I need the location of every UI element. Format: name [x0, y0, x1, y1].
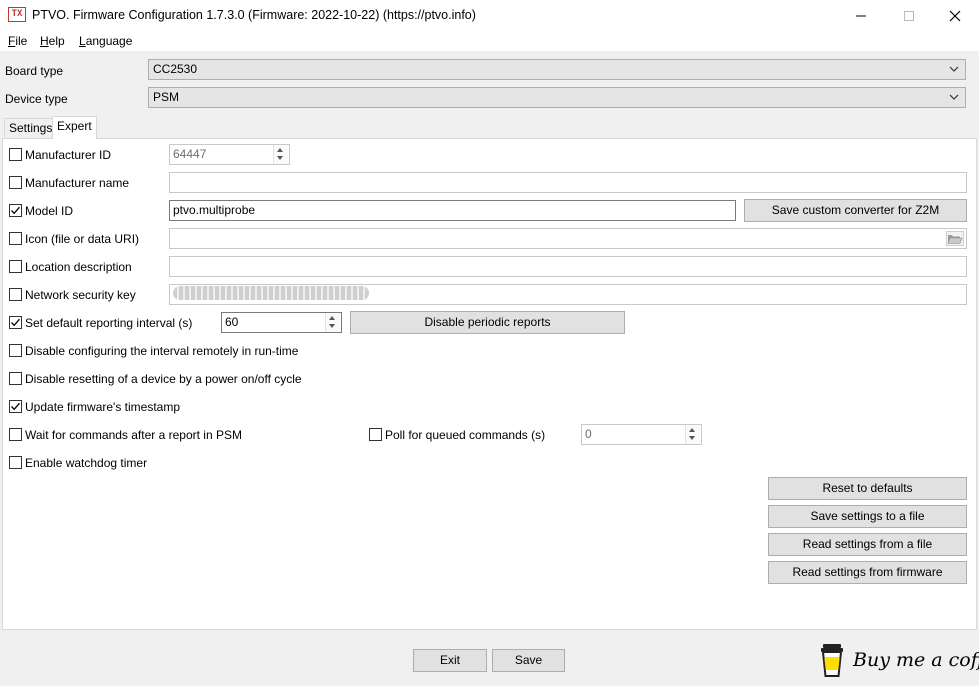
masked-key-value	[173, 286, 369, 300]
icon-checkbox[interactable]	[9, 232, 22, 245]
maximize-icon	[904, 11, 914, 21]
device-type-label: Device type	[5, 92, 68, 106]
chevron-down-icon	[949, 94, 959, 100]
location-description-checkbox[interactable]	[9, 260, 22, 273]
reporting-interval-value: 60	[225, 315, 239, 329]
close-button[interactable]	[932, 0, 978, 31]
disable-power-reset-checkbox[interactable]	[9, 372, 22, 385]
window-title: PTVO. Firmware Configuration 1.7.3.0 (Fi…	[32, 8, 476, 22]
manufacturer-id-checkbox[interactable]	[9, 148, 22, 161]
model-id-input[interactable]: ptvo.multiprobe	[169, 200, 736, 221]
location-description-label: Location description	[25, 260, 132, 274]
chevron-down-icon	[949, 66, 959, 72]
save-button[interactable]: Save	[492, 649, 565, 672]
manufacturer-name-checkbox[interactable]	[9, 176, 22, 189]
watchdog-label: Enable watchdog timer	[25, 456, 148, 470]
poll-queued-input[interactable]: 0	[581, 424, 702, 445]
manufacturer-id-input[interactable]: 64447	[169, 144, 290, 165]
disable-power-reset-label: Disable resetting of a device by a power…	[25, 372, 302, 386]
save-settings-file-button[interactable]: Save settings to a file	[768, 505, 967, 528]
device-type-select[interactable]: PSM	[148, 87, 966, 108]
poll-queued-value: 0	[585, 427, 592, 441]
device-type-value: PSM	[153, 90, 180, 104]
manufacturer-name-label: Manufacturer name	[25, 176, 130, 190]
reporting-interval-input[interactable]: 60	[221, 312, 342, 333]
reset-defaults-button[interactable]: Reset to defaults	[768, 477, 967, 500]
read-settings-file-button[interactable]: Read settings from a file	[768, 533, 967, 556]
checkmark-icon	[11, 318, 20, 327]
location-description-input[interactable]	[169, 256, 967, 277]
update-timestamp-label: Update firmware's timestamp	[25, 400, 181, 414]
poll-queued-spinner[interactable]	[685, 425, 700, 444]
board-type-value: CC2530	[153, 62, 198, 76]
manufacturer-id-value: 64447	[173, 147, 207, 161]
watchdog-checkbox[interactable]	[9, 456, 22, 469]
save-converter-button[interactable]: Save custom converter for Z2M	[744, 199, 967, 222]
checkmark-icon	[11, 402, 20, 411]
browse-folder-button[interactable]	[946, 231, 964, 246]
wait-for-commands-label: Wait for commands after a report in PSM	[25, 428, 242, 442]
tab-expert[interactable]: Expert	[52, 116, 97, 139]
menu-help[interactable]: Help	[40, 34, 65, 48]
disable-periodic-reports-button[interactable]: Disable periodic reports	[350, 311, 625, 334]
buy-me-a-coffee-link[interactable]: Buy me a coffee	[853, 649, 979, 671]
wait-for-commands-checkbox[interactable]	[9, 428, 22, 441]
default-reporting-interval-checkbox[interactable]	[9, 316, 22, 329]
update-timestamp-checkbox[interactable]	[9, 400, 22, 413]
app-icon: TX	[8, 7, 26, 22]
coffee-cup-icon[interactable]	[819, 642, 847, 678]
reporting-interval-spinner[interactable]	[325, 313, 340, 332]
exit-button[interactable]: Exit	[413, 649, 487, 672]
manufacturer-id-spinner[interactable]	[273, 145, 288, 164]
disable-interval-config-checkbox[interactable]	[9, 344, 22, 357]
model-id-value: ptvo.multiprobe	[173, 203, 256, 217]
manufacturer-id-label: Manufacturer ID	[25, 148, 112, 162]
poll-queued-label: Poll for queued commands (s)	[385, 428, 546, 442]
model-id-label: Model ID	[25, 204, 74, 218]
network-security-key-checkbox[interactable]	[9, 288, 22, 301]
icon-input[interactable]	[169, 228, 967, 249]
manufacturer-name-input[interactable]	[169, 172, 967, 193]
maximize-button[interactable]	[886, 0, 932, 31]
board-type-select[interactable]: CC2530	[148, 59, 966, 80]
model-id-checkbox[interactable]	[9, 204, 22, 217]
tab-settings[interactable]: Settings	[4, 118, 58, 138]
menu-bar	[0, 31, 979, 51]
network-security-key-label: Network security key	[25, 288, 136, 302]
board-type-label: Board type	[5, 64, 64, 78]
default-reporting-interval-label: Set default reporting interval (s)	[25, 316, 193, 330]
icon-label: Icon (file or data URI)	[25, 232, 140, 246]
menu-language[interactable]: Language	[79, 34, 132, 48]
close-icon	[949, 10, 961, 22]
read-settings-firmware-button[interactable]: Read settings from firmware	[768, 561, 967, 584]
folder-open-icon	[947, 235, 963, 244]
minimize-icon	[856, 15, 866, 17]
poll-queued-checkbox[interactable]	[369, 428, 382, 441]
checkmark-icon	[11, 206, 20, 215]
disable-interval-config-label: Disable configuring the interval remotel…	[25, 344, 299, 358]
menu-file[interactable]: File	[8, 34, 27, 48]
minimize-button[interactable]	[838, 0, 884, 31]
